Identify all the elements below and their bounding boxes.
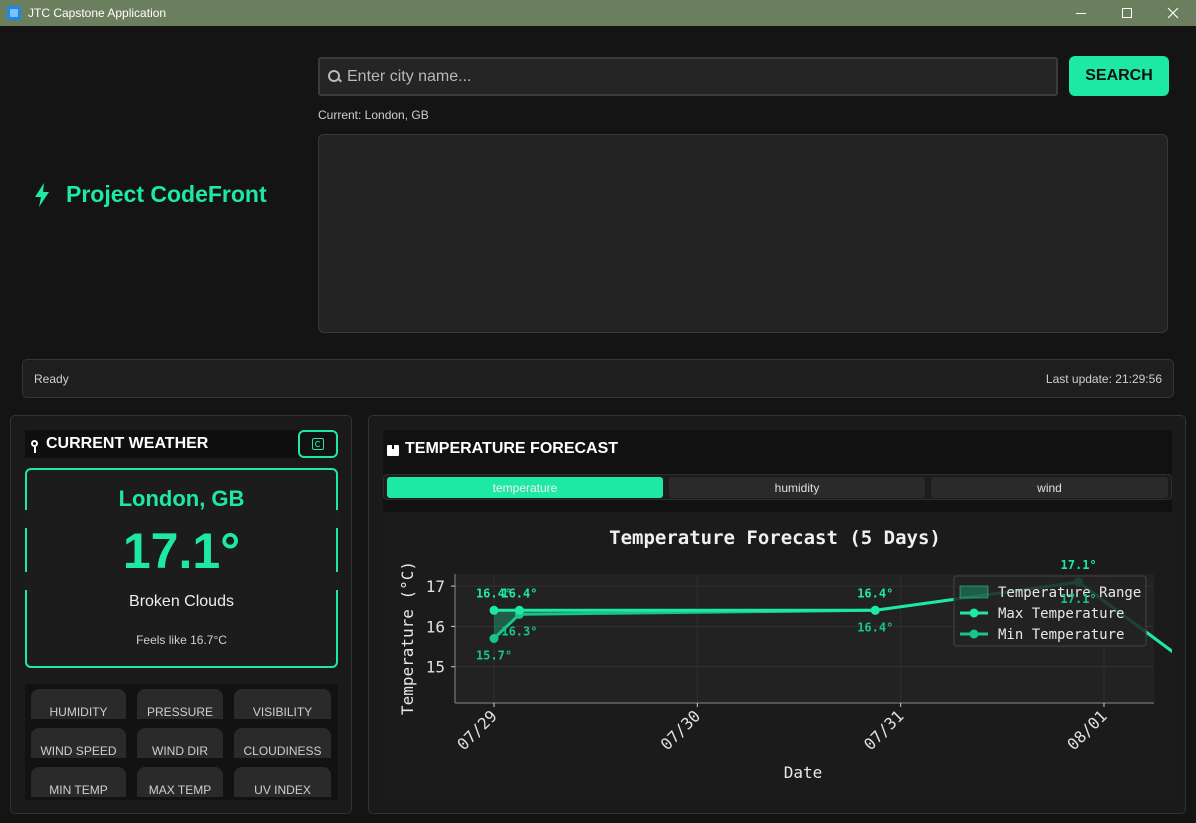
min-value-label: 15.7°: [476, 649, 512, 663]
legend-label: Max Temperature: [998, 606, 1124, 622]
x-tick-label: 07/29: [453, 706, 500, 753]
forecast-panel: TEMPERATURE FORECAST temperature humidit…: [368, 415, 1196, 814]
min-value-label: 16.4°: [857, 620, 893, 634]
max-temperature-point: [870, 605, 880, 615]
location-pin-icon: [31, 440, 38, 453]
forecast-tabs: temperature humidity wind: [383, 474, 1172, 500]
weather-description: Broken Clouds: [129, 593, 234, 610]
tab-temperature[interactable]: temperature: [387, 477, 663, 498]
max-temperature-point: [514, 605, 524, 615]
feels-like: Feels like 16.7°C: [136, 633, 227, 647]
stat-uv-index: UV INDEX: [234, 767, 331, 797]
app-icon: [7, 6, 21, 20]
x-axis-label: Date: [784, 763, 823, 782]
search-button[interactable]: SEARCH: [1069, 56, 1169, 96]
tab-humidity[interactable]: humidity: [669, 477, 925, 498]
current-location-label: Current: London, GB: [318, 108, 429, 122]
status-message: Ready: [34, 372, 69, 386]
search-results-panel: [318, 134, 1168, 333]
package-icon: [387, 445, 399, 456]
minimize-icon: [1076, 12, 1086, 14]
min-value-label: 16.3°: [501, 624, 537, 638]
tab-wind[interactable]: wind: [931, 477, 1168, 498]
current-weather-card: London, GB 17.1° Broken Clouds Feels lik…: [23, 468, 340, 668]
legend-min-marker: [969, 629, 979, 639]
min-value-label: 17.1°: [1061, 592, 1097, 606]
current-temperature: 17.1°: [122, 523, 241, 579]
x-tick-label: 08/01: [1063, 706, 1110, 753]
stat-humidity: HUMIDITY: [31, 689, 126, 719]
stat-wind-dir: WIND DIR: [137, 728, 223, 758]
max-temperature-point: [489, 605, 499, 615]
x-tick-label: 07/30: [657, 706, 704, 753]
stat-cloudiness: CLOUDINESS: [234, 728, 331, 758]
maximize-icon: [1122, 8, 1132, 18]
forecast-inner: TEMPERATURE FORECAST temperature humidit…: [383, 430, 1196, 801]
search-input[interactable]: [347, 67, 1037, 86]
chart-title: Temperature Forecast (5 Days): [609, 527, 941, 549]
current-weather-title: CURRENT WEATHER: [46, 435, 209, 452]
close-button[interactable]: [1150, 0, 1196, 26]
max-value-label: 16.4°: [857, 586, 893, 600]
x-tick-label: 07/31: [860, 706, 907, 753]
y-tick-label: 16: [426, 617, 445, 636]
y-tick-label: 15: [426, 658, 445, 677]
close-icon: [1167, 7, 1179, 19]
lightning-bolt-icon: [35, 182, 49, 207]
stat-pressure: PRESSURE: [137, 689, 223, 719]
forecast-chart: Temperature Forecast (5 Days) 15 16 17 07/29…: [383, 512, 1196, 801]
stat-min-temp: MIN TEMP: [31, 767, 126, 797]
window-controls: [1058, 0, 1196, 26]
search-icon: [328, 70, 341, 83]
stat-max-temp: MAX TEMP: [137, 767, 223, 797]
temperature-chart: Temperature Forecast (5 Days) 15 16 17 07/29…: [398, 527, 1196, 782]
refresh-icon: [312, 438, 324, 450]
city-name: London, GB: [118, 486, 245, 511]
status-bar: Ready Last update: 21:29:56: [22, 359, 1174, 398]
last-update-time: Last update: 21:29:56: [1045, 372, 1162, 386]
max-value-label: 16.4°: [501, 586, 537, 600]
maximize-button[interactable]: [1104, 0, 1150, 26]
window-titlebar: JTC Capstone Application: [0, 0, 1196, 26]
weather-stats-grid: HUMIDITY PRESSURE VISIBILITY WIND SPEED …: [25, 684, 338, 800]
forecast-title: TEMPERATURE FORECAST: [405, 440, 619, 457]
minimize-button[interactable]: [1058, 0, 1104, 26]
legend-range-swatch: [959, 585, 989, 599]
window-title: JTC Capstone Application: [28, 6, 167, 20]
stat-wind-speed: WIND SPEED: [31, 728, 126, 758]
legend-label: Min Temperature: [998, 627, 1124, 643]
y-tick-label: 17: [426, 577, 445, 596]
legend-max-marker: [969, 608, 979, 618]
y-axis-label: Temperature (°C): [398, 561, 417, 715]
brand-name: Project CodeFront: [66, 181, 267, 207]
stat-visibility: VISIBILITY: [234, 689, 331, 719]
max-value-label: 17.1°: [1061, 558, 1097, 572]
forecast-header: TEMPERATURE FORECAST: [383, 430, 1172, 466]
current-weather-header: CURRENT WEATHER: [25, 430, 337, 458]
refresh-button[interactable]: [298, 430, 338, 458]
brand: Project CodeFront: [34, 181, 267, 208]
search-box[interactable]: [318, 57, 1058, 96]
current-weather-panel: CURRENT WEATHER London, GB 17.1° Broken …: [10, 415, 352, 814]
min-temperature-point: [489, 634, 499, 643]
